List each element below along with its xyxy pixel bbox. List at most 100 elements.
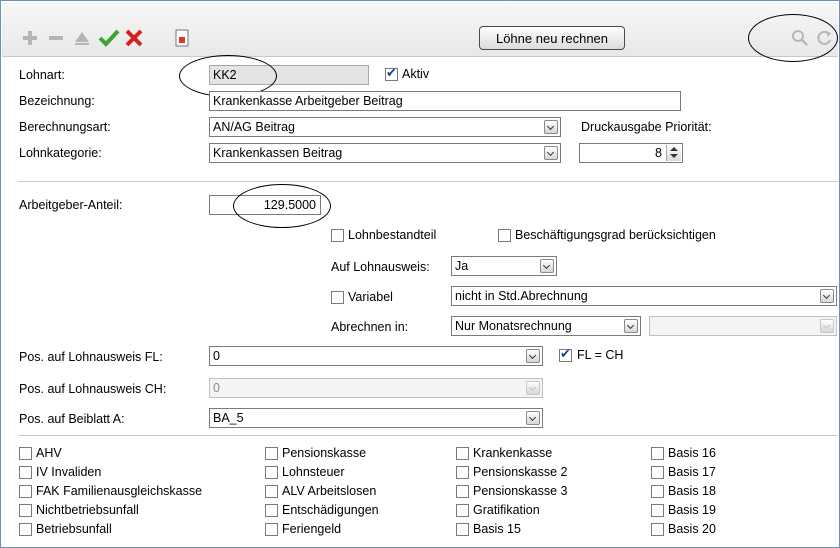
- basis-label: Krankenkasse: [473, 446, 553, 460]
- basis-label: Basis 16: [668, 446, 716, 460]
- auf-lohnausweis-select[interactable]: Ja: [451, 256, 557, 276]
- basis-checkbox[interactable]: [19, 447, 32, 460]
- basis-checkbox[interactable]: [19, 504, 32, 517]
- basis-checkbox[interactable]: [19, 485, 32, 498]
- pos-beiblatt-select[interactable]: BA_5: [209, 408, 543, 428]
- lohnbestandteil-checkbox[interactable]: [331, 229, 344, 242]
- lohnkategorie-value: Krankenkassen Beitrag: [213, 146, 343, 160]
- lohnkategorie-label: Lohnkategorie:: [19, 146, 102, 160]
- window-frame: Löhne neu rechnen Lohnart: KK2 Aktiv Bez…: [0, 0, 840, 548]
- chevron-down-icon[interactable]: [624, 319, 638, 333]
- basis-checkbox[interactable]: [265, 523, 278, 536]
- chevron-down-icon[interactable]: [820, 289, 834, 303]
- checkmark-icon[interactable]: [98, 28, 120, 48]
- chevron-down-icon[interactable]: [544, 146, 558, 160]
- toolbar: Löhne neu rechnen: [2, 2, 838, 62]
- basis-checkbox[interactable]: [456, 485, 469, 498]
- bezeichnung-field[interactable]: Krankenkasse Arbeitgeber Beitrag: [209, 91, 681, 111]
- abrechnen-in-value: Nur Monatsrechnung: [455, 319, 572, 333]
- pos-fl-value: 0: [213, 349, 220, 363]
- chevron-down-icon[interactable]: [526, 349, 540, 363]
- red-x-icon[interactable]: [124, 28, 144, 48]
- divider: [18, 435, 838, 436]
- pos-ch-select: 0: [209, 378, 543, 398]
- minus-icon[interactable]: [46, 28, 66, 48]
- chevron-down-icon: [526, 381, 540, 395]
- druckausgabe-value: 8: [655, 146, 662, 160]
- basis-label: Basis 17: [668, 465, 716, 479]
- basis-label: Pensionskasse: [282, 446, 367, 460]
- chevron-down-icon[interactable]: [526, 411, 540, 425]
- basis-checkbox[interactable]: [265, 447, 278, 460]
- auf-lohnausweis-value: Ja: [455, 259, 469, 273]
- variabel-select[interactable]: nicht in Std.Abrechnung: [451, 286, 837, 306]
- triangle-up-icon[interactable]: [72, 28, 92, 48]
- basis-checkbox[interactable]: [19, 466, 32, 479]
- aktiv-checkbox[interactable]: [385, 66, 398, 81]
- pos-fl-label: Pos. auf Lohnausweis FL:: [19, 350, 163, 364]
- annotation-ellipse-anteil: [233, 184, 331, 228]
- basis-checkbox[interactable]: [651, 447, 664, 460]
- berechnungsart-label: Berechnungsart:: [19, 120, 111, 134]
- pos-fl-select[interactable]: 0: [209, 346, 543, 366]
- variabel-value: nicht in Std.Abrechnung: [455, 289, 588, 303]
- abrechnen-in-label: Abrechnen in:: [331, 320, 409, 334]
- chevron-down-icon[interactable]: [544, 120, 558, 134]
- berechnungsart-select[interactable]: AN/AG Beitrag: [209, 117, 561, 137]
- basis-label: Nichtbetriebsunfall: [36, 503, 139, 517]
- basis-checkbox[interactable]: [651, 523, 664, 536]
- basis-checkbox[interactable]: [456, 523, 469, 536]
- basis-checkbox[interactable]: [651, 504, 664, 517]
- basis-checkbox[interactable]: [265, 504, 278, 517]
- beschaeftigungsgrad-label: Beschäftigungsgrad berücksichtigen: [515, 228, 716, 242]
- aktiv-label: Aktiv: [402, 67, 430, 81]
- variabel-label: Variabel: [348, 290, 393, 304]
- pos-ch-value: 0: [213, 381, 220, 395]
- spinner-arrows-icon[interactable]: [666, 145, 681, 161]
- bezeichnung-label: Bezeichnung:: [19, 94, 95, 108]
- druckausgabe-label: Druckausgabe Priorität:: [581, 120, 712, 134]
- arbeitgeber-anteil-label: Arbeitgeber-Anteil:: [19, 198, 123, 212]
- basis-label: Basis 18: [668, 484, 716, 498]
- basis-label: IV Invaliden: [36, 465, 102, 479]
- abrechnen-in-secondary-select[interactable]: [649, 316, 837, 336]
- basis-checkbox[interactable]: [651, 485, 664, 498]
- basis-label: Pensionskasse 2: [473, 465, 568, 479]
- annotation-ellipse-toolbar: [748, 14, 838, 62]
- beschaeftigungsgrad-checkbox[interactable]: [498, 229, 511, 242]
- basis-label: Betriebsunfall: [36, 522, 112, 536]
- basis-checkbox[interactable]: [19, 523, 32, 536]
- divider: [18, 181, 838, 182]
- basis-label: Gratifikation: [473, 503, 540, 517]
- chevron-down-icon[interactable]: [540, 259, 554, 273]
- basis-label: ALV Arbeitslosen: [282, 484, 377, 498]
- abrechnen-in-select[interactable]: Nur Monatsrechnung: [451, 316, 641, 336]
- basis-label: FAK Familienausgleichskasse: [36, 484, 203, 498]
- basis-checkbox[interactable]: [456, 504, 469, 517]
- basis-checkbox[interactable]: [265, 466, 278, 479]
- variabel-checkbox[interactable]: [331, 291, 344, 304]
- recalc-wages-button[interactable]: Löhne neu rechnen: [479, 26, 625, 50]
- berechnungsart-value: AN/AG Beitrag: [213, 120, 295, 134]
- basis-label: Lohnsteuer: [282, 465, 345, 479]
- basis-label: AHV: [36, 446, 62, 460]
- pos-beiblatt-value: BA_5: [213, 411, 244, 425]
- document-export-icon[interactable]: [172, 28, 192, 48]
- plus-icon[interactable]: [20, 28, 40, 48]
- basis-checkbox[interactable]: [456, 447, 469, 460]
- basis-label: Pensionskasse 3: [473, 484, 568, 498]
- basis-label: Basis 19: [668, 503, 716, 517]
- pos-beiblatt-label: Pos. auf Beiblatt A:: [19, 412, 125, 426]
- basis-checkbox[interactable]: [265, 485, 278, 498]
- basis-label: Feriengeld: [282, 522, 342, 536]
- lohnkategorie-select[interactable]: Krankenkassen Beitrag: [209, 143, 561, 163]
- basis-label: Basis 20: [668, 522, 716, 536]
- basis-checkbox[interactable]: [651, 466, 664, 479]
- lohnbestandteil-label: Lohnbestandteil: [348, 228, 437, 242]
- pos-ch-label: Pos. auf Lohnausweis CH:: [19, 382, 167, 396]
- fl-ch-label: FL = CH: [577, 348, 624, 362]
- druckausgabe-spinner[interactable]: 8: [579, 143, 683, 163]
- basis-label: Entschädigungen: [282, 503, 379, 517]
- basis-checkbox[interactable]: [456, 466, 469, 479]
- fl-ch-checkbox[interactable]: [559, 347, 572, 362]
